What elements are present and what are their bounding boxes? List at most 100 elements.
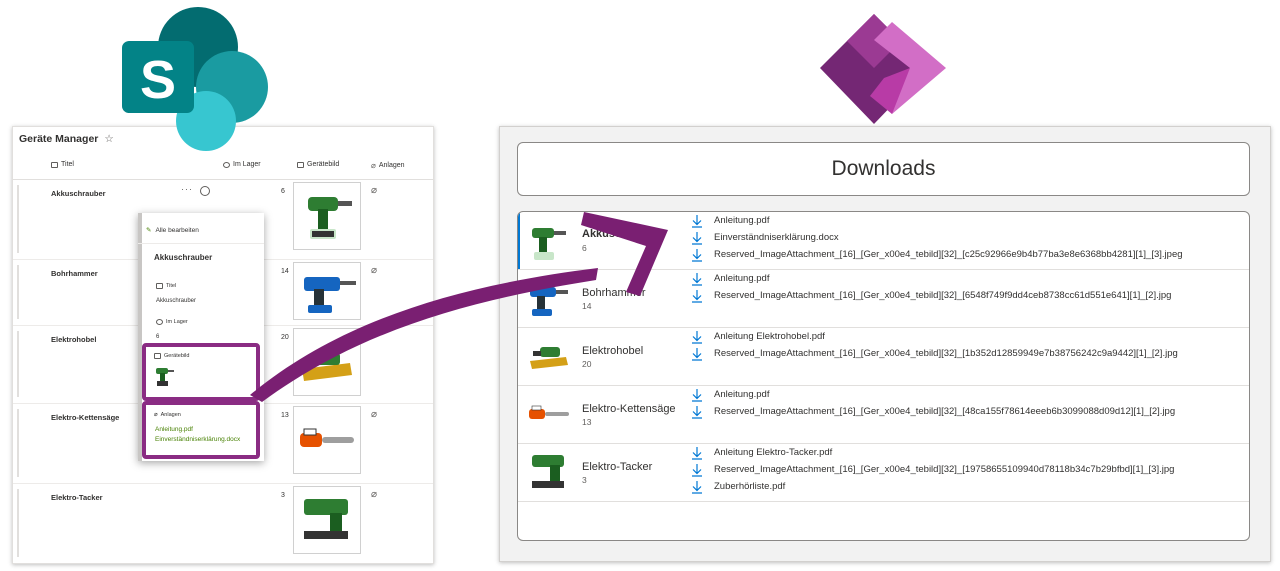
- gallery-item[interactable]: Elektro-Tacker 3 Anleitung Elektro-Tacke…: [518, 443, 1249, 502]
- gallery-item[interactable]: Bohrhammer 14 Anleitung.pdf Reserved_Ima…: [518, 269, 1249, 328]
- file-name: Anleitung Elektro-Tacker.pdf: [714, 447, 833, 458]
- power-apps-logo: [812, 8, 954, 140]
- item-count: 14: [582, 301, 592, 311]
- attachment-icon[interactable]: ⌀: [371, 185, 377, 196]
- file-name: Reserved_ImageAttachment_[16]_[Ger_x00e4…: [714, 249, 1183, 260]
- row-image[interactable]: [293, 182, 361, 250]
- file-name: Anleitung.pdf: [714, 389, 770, 400]
- column-anlagen[interactable]: ⌀ Anlagen: [371, 161, 405, 170]
- field-label-anlagen-text: Anlagen: [160, 411, 181, 418]
- field-label-geraetebild-text: Gerätebild: [164, 353, 190, 359]
- file-link[interactable]: Zuberhörliste.pdf: [690, 478, 785, 495]
- downloads-gallery[interactable]: Akkuschrauber 6 Anleitung.pdf Einverstän…: [517, 211, 1250, 541]
- item-name: Bohrhammer: [582, 287, 646, 299]
- attachment-icon[interactable]: ⌀: [371, 409, 377, 420]
- more-actions-icon[interactable]: ···: [181, 184, 193, 194]
- number-field-icon: [156, 319, 163, 325]
- download-icon: [692, 289, 702, 303]
- divider: [138, 243, 264, 244]
- column-anlagen-label: Anlagen: [378, 162, 405, 169]
- row-count: 14: [281, 268, 289, 275]
- row-count: 13: [281, 412, 289, 419]
- field-label-im-lager-text: Im Lager: [166, 319, 188, 325]
- file-link[interactable]: Anleitung.pdf: [690, 270, 769, 287]
- attachment-icon[interactable]: ⌀: [371, 265, 377, 276]
- image-field-icon: [154, 353, 161, 359]
- panel-title: Akkuschrauber: [154, 253, 213, 262]
- attachment-link[interactable]: Anleitung.pdf: [155, 426, 193, 433]
- row-image[interactable]: [293, 486, 361, 554]
- column-geraetebild[interactable]: Gerätebild: [297, 161, 339, 168]
- file-name: Einverständniserklärung.docx: [714, 232, 839, 243]
- list-row[interactable]: Elektro-Tacker 3 ⌀: [13, 483, 433, 563]
- file-name: Anleitung.pdf: [714, 273, 770, 284]
- image-column-icon: [297, 161, 304, 168]
- file-link[interactable]: Reserved_ImageAttachment_[16]_[Ger_x00e4…: [690, 345, 1178, 362]
- file-name: Reserved_ImageAttachment_[16]_[Ger_x00e4…: [714, 464, 1175, 475]
- item-count: 20: [582, 359, 592, 369]
- attachment-icon[interactable]: ⌀: [371, 489, 377, 500]
- edit-all-label: Alle bearbeiten: [155, 226, 199, 234]
- file-link[interactable]: Reserved_ImageAttachment_[16]_[Ger_x00e4…: [690, 403, 1175, 420]
- file-link[interactable]: Reserved_ImageAttachment_[16]_[Ger_x00e4…: [690, 461, 1174, 478]
- field-value-titel[interactable]: Akkuschrauber: [156, 298, 196, 304]
- field-value-im-lager[interactable]: 6: [156, 334, 159, 340]
- file-name: Reserved_ImageAttachment_[16]_[Ger_x00e4…: [714, 348, 1178, 359]
- row-title[interactable]: Akkuschrauber: [51, 189, 106, 198]
- image-field-highlight: Gerätebild: [142, 343, 260, 401]
- file-link[interactable]: Anleitung.pdf: [690, 386, 769, 403]
- item-name: Elektro-Tacker: [582, 461, 653, 473]
- row-indicator: [17, 409, 19, 477]
- row-title[interactable]: Bohrhammer: [51, 269, 98, 278]
- item-count: 13: [582, 417, 592, 427]
- row-title[interactable]: Elektro-Kettensäge: [51, 413, 119, 422]
- tacker-icon: [304, 499, 348, 539]
- file-link[interactable]: Reserved_ImageAttachment_[16]_[Ger_x00e4…: [690, 287, 1171, 304]
- favorite-star-icon[interactable]: ☆: [104, 133, 113, 145]
- file-name: Zuberhörliste.pdf: [714, 481, 786, 492]
- download-icon: [692, 388, 702, 402]
- item-count: 3: [582, 475, 587, 485]
- row-image[interactable]: [293, 262, 361, 320]
- chainsaw-icon: [300, 428, 354, 447]
- file-link[interactable]: Anleitung Elektro-Tacker.pdf: [690, 444, 832, 461]
- power-apps-canvas: Downloads Akkuschrauber 6 Anleitung.pdf …: [499, 126, 1271, 562]
- column-titel[interactable]: Titel: [51, 161, 74, 168]
- row-image[interactable]: [293, 406, 361, 474]
- file-link[interactable]: Anleitung.pdf: [690, 212, 769, 229]
- item-name: Akkuschrauber: [582, 228, 663, 240]
- download-icon: [692, 272, 702, 286]
- row-title[interactable]: Elektrohobel: [51, 335, 96, 344]
- tacker-icon: [532, 455, 564, 488]
- file-link[interactable]: Anleitung Elektrohobel.pdf: [690, 328, 825, 345]
- field-label-anlagen: ⌀ Anlagen: [154, 411, 181, 419]
- file-link[interactable]: Einverständniserklärung.docx: [690, 229, 839, 246]
- row-title[interactable]: Elektro-Tacker: [51, 493, 103, 502]
- download-icon: [692, 405, 702, 419]
- field-label-titel-text: Titel: [166, 283, 177, 289]
- row-image[interactable]: [293, 328, 361, 396]
- chainsaw-icon: [529, 405, 569, 419]
- list-header: Titel Im Lager Gerätebild ⌀ Anlagen: [13, 153, 433, 180]
- column-im-lager[interactable]: Im Lager: [223, 161, 261, 168]
- gallery-item[interactable]: Elektro-Kettensäge 13 Anleitung.pdf Rese…: [518, 385, 1249, 444]
- download-icon: [692, 480, 702, 494]
- paperclip-icon: ⌀: [371, 161, 376, 170]
- file-link[interactable]: Reserved_ImageAttachment_[16]_[Ger_x00e4…: [690, 246, 1183, 263]
- column-geraetebild-label: Gerätebild: [307, 161, 340, 168]
- field-label-im-lager: Im Lager: [156, 319, 188, 325]
- hammer-drill-icon: [530, 287, 568, 316]
- field-label-titel: Titel: [156, 283, 176, 289]
- list-title-text: Geräte Manager: [19, 133, 99, 145]
- comment-icon[interactable]: [200, 186, 210, 196]
- download-icon: [692, 347, 702, 361]
- drill-icon: [532, 228, 566, 260]
- edit-all-button[interactable]: ✎ Alle bearbeiten: [146, 226, 199, 235]
- file-name: Anleitung.pdf: [714, 215, 770, 226]
- svg-text:S: S: [140, 50, 176, 110]
- gallery-item[interactable]: Akkuschrauber 6 Anleitung.pdf Einverstän…: [518, 212, 1249, 270]
- attachment-link[interactable]: Einverständniserklärung.docx: [155, 436, 240, 443]
- download-icon: [692, 446, 702, 460]
- gallery-item[interactable]: Elektrohobel 20 Anleitung Elektrohobel.p…: [518, 327, 1249, 386]
- drill-thumbnail-icon[interactable]: [154, 365, 176, 389]
